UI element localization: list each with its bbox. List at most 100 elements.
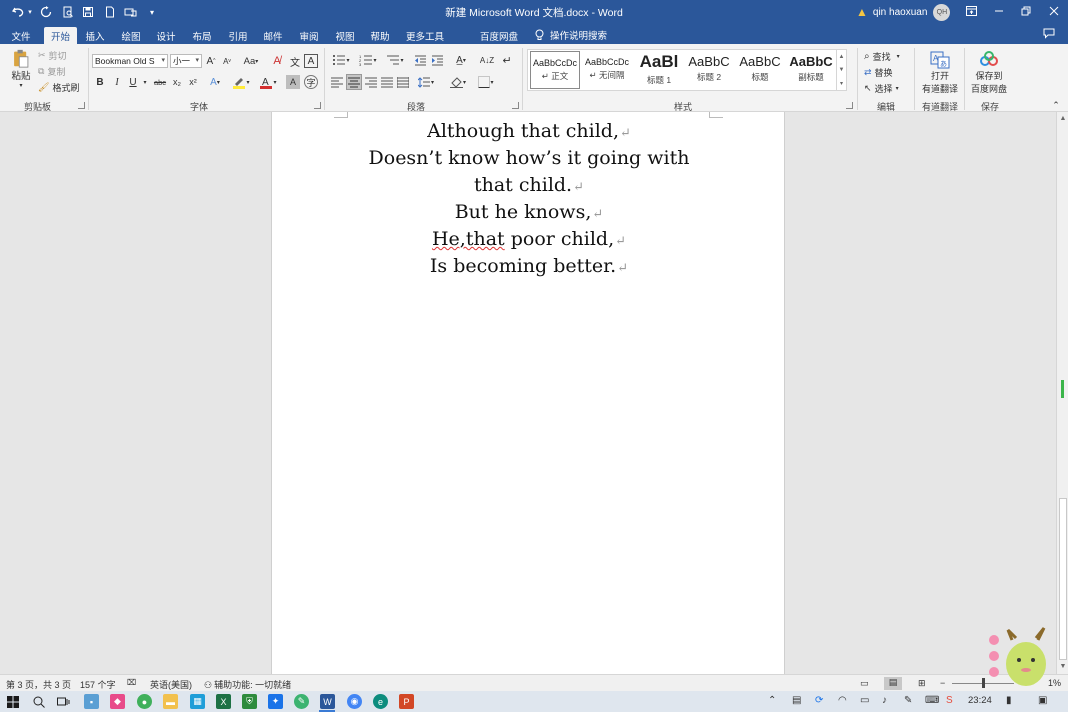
document-line[interactable]: that child.↵	[272, 174, 786, 196]
tab-file[interactable]: 文件	[6, 27, 36, 44]
tell-me-search[interactable]: 操作说明搜索	[535, 28, 607, 42]
style-subtitle[interactable]: AaBbC 副标题	[786, 51, 836, 89]
align-left-icon[interactable]	[330, 75, 344, 89]
chevron-up-icon[interactable]: ▲	[839, 54, 845, 60]
save-to-baidu-button[interactable]: 保存到 百度网盘	[968, 49, 1010, 97]
subscript-button[interactable]: x₂	[171, 75, 183, 89]
distributed-icon[interactable]	[396, 75, 410, 89]
windows-start-icon[interactable]	[5, 694, 20, 709]
taskbar-app-icon[interactable]: ▮	[1006, 695, 1012, 706]
word-count[interactable]: 157 个字	[80, 678, 116, 691]
enclose-characters-icon[interactable]: 字	[304, 75, 318, 89]
minimize-button[interactable]	[986, 0, 1012, 22]
align-right-icon[interactable]	[364, 75, 378, 89]
excel-icon[interactable]: X	[216, 694, 231, 709]
clipboard-launcher-icon[interactable]	[78, 102, 85, 109]
customize-toolbar-icon[interactable]: ▾	[144, 4, 160, 20]
page-count[interactable]: 第 3 页，共 3 页	[6, 678, 71, 691]
open-youdao-translate-button[interactable]: Aあ 打开 有道翻译	[918, 49, 962, 97]
touch-mode-icon[interactable]	[122, 4, 138, 20]
avatar[interactable]: QH	[933, 3, 951, 21]
clipboard-tray-icon[interactable]: ▤	[792, 695, 801, 706]
grow-font-button[interactable]: A ^	[206, 54, 216, 68]
undo-dropdown-icon[interactable]: ▾	[26, 4, 34, 20]
clock[interactable]: 23:24	[968, 695, 992, 706]
collapse-ribbon-icon[interactable]: ⌃	[1050, 100, 1062, 110]
bold-button[interactable]: B	[95, 75, 105, 89]
document-line[interactable]: Is becoming better.↵	[272, 255, 786, 277]
zoom-slider-thumb[interactable]	[982, 678, 985, 688]
font-name-combo[interactable]: Bookman Old S ▾	[92, 54, 168, 68]
ribbon-display-options-icon[interactable]	[958, 0, 984, 22]
font-launcher-icon[interactable]	[314, 102, 321, 109]
style-heading-2[interactable]: AaBbC 标题 2	[684, 51, 734, 89]
character-shading-icon[interactable]: A	[286, 75, 300, 89]
shrink-font-button[interactable]: Av	[222, 54, 232, 68]
strikethrough-button[interactable]: abc	[153, 75, 167, 89]
cut-button[interactable]: ✂ 剪切	[38, 49, 67, 61]
app-icon-gallery[interactable]: ◆	[110, 694, 125, 709]
document-line[interactable]: Doesn’t know how’s it going with	[272, 147, 786, 169]
word-icon[interactable]: W	[320, 694, 335, 709]
select-button[interactable]: ↖ 选择 ▾	[864, 82, 899, 94]
document-line[interactable]: But he knows,↵	[272, 201, 786, 223]
clear-formatting-icon[interactable]: A̸	[270, 54, 284, 68]
document-line[interactable]: He,that poor child,↵	[272, 228, 786, 250]
zoom-out-icon[interactable]: −	[940, 678, 945, 688]
document-page[interactable]: Although that child,↵ Doesn’t know how’s…	[271, 112, 785, 674]
superscript-button[interactable]: x²	[187, 75, 199, 89]
scroll-up-icon[interactable]: ▲	[1058, 114, 1068, 124]
edge-icon[interactable]: e	[373, 694, 388, 709]
tab-help[interactable]: 帮助	[365, 27, 395, 44]
security-shield-icon[interactable]: ⛨	[242, 694, 257, 709]
numbering-icon[interactable]: 1 2 3 ▾	[357, 53, 379, 67]
justify-icon[interactable]	[380, 75, 394, 89]
gallery-expand-icon[interactable]: ▾	[840, 80, 843, 87]
style-normal[interactable]: AaBbCcDc ↵ 正文	[530, 51, 580, 89]
save-icon[interactable]	[80, 4, 96, 20]
paragraph-launcher-icon[interactable]	[512, 102, 519, 109]
line-spacing-icon[interactable]: ▾	[415, 75, 437, 89]
paste-button[interactable]: 粘贴 ▾	[8, 49, 34, 89]
style-heading-1[interactable]: AaBl 标题 1	[634, 51, 684, 89]
styles-launcher-icon[interactable]	[846, 102, 853, 109]
borders-icon[interactable]: ▾	[474, 75, 498, 89]
chinese-layout-icon[interactable]: A̲ ▾	[450, 53, 472, 67]
show-marks-icon[interactable]: ↵	[500, 53, 514, 67]
change-case-button[interactable]: Aa ▾	[240, 54, 262, 68]
font-size-combo[interactable]: 小一 ▾	[170, 54, 202, 68]
align-center-icon[interactable]	[346, 74, 362, 90]
powerpoint-icon[interactable]: P	[399, 694, 414, 709]
tab-baidu-netdisk[interactable]: 百度网盘	[476, 27, 522, 44]
tab-insert[interactable]: 插入	[80, 27, 110, 44]
style-title[interactable]: AaBbC 标题	[735, 51, 785, 89]
chrome-icon[interactable]: ◉	[347, 694, 362, 709]
character-border-icon[interactable]: A	[304, 54, 318, 68]
sort-icon[interactable]: A↓Z	[480, 53, 494, 67]
language-indicator[interactable]: 英语(美国)	[150, 678, 192, 691]
app-icon-store[interactable]: ▦	[190, 694, 205, 709]
multilevel-list-icon[interactable]: ▾	[384, 53, 406, 67]
shading-icon[interactable]: ▾	[446, 75, 470, 89]
user-area[interactable]: ▲ qin haoxuan QH	[856, 3, 951, 21]
app-icon-green[interactable]: ✎	[294, 694, 309, 709]
comments-icon[interactable]	[1043, 27, 1057, 41]
print-preview-icon[interactable]	[60, 4, 76, 20]
notifications-icon[interactable]: ▣	[1038, 695, 1047, 706]
volume-icon[interactable]: ♪	[882, 695, 887, 706]
chevron-up-icon[interactable]: ⌃	[768, 695, 776, 706]
pen-icon[interactable]: ✎	[904, 695, 912, 706]
style-no-spacing[interactable]: AaBbCcDc ↵ 无间隔	[582, 51, 632, 89]
tab-view[interactable]: 视图	[330, 27, 360, 44]
tab-home[interactable]: 开始	[44, 27, 77, 44]
proofing-icon[interactable]: ⌧	[127, 678, 136, 687]
italic-button[interactable]: I	[112, 75, 122, 89]
tab-mailings[interactable]: 邮件	[258, 27, 288, 44]
chevron-down-icon[interactable]: ▼	[839, 67, 845, 73]
close-button[interactable]	[1041, 0, 1067, 22]
search-icon[interactable]	[31, 694, 46, 709]
tab-review[interactable]: 审阅	[294, 27, 324, 44]
accessibility-status[interactable]: ⚇ 辅助功能: 一切就绪	[204, 678, 291, 691]
bullets-icon[interactable]: ▾	[330, 53, 352, 67]
tab-layout[interactable]: 布局	[187, 27, 217, 44]
